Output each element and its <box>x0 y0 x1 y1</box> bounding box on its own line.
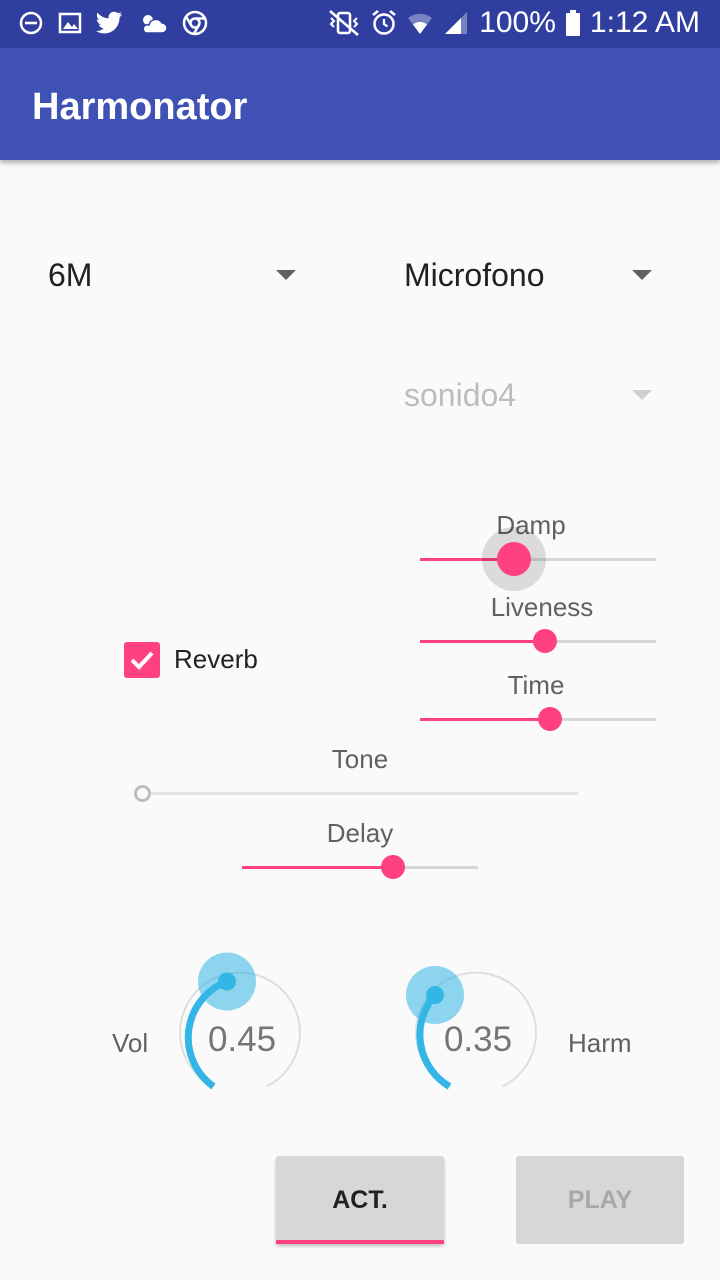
input-spinner[interactable]: Microfono <box>404 255 652 295</box>
sound-value: sonido4 <box>404 376 517 413</box>
wifi-icon <box>408 13 433 34</box>
liveness-slider-fill <box>420 640 545 643</box>
tone-label: Tone <box>331 744 389 774</box>
play-button[interactable]: PLAY <box>516 1156 684 1244</box>
liveness-slider-thumb[interactable] <box>533 629 557 653</box>
act-button[interactable]: ACT. <box>276 1156 444 1244</box>
liveness-slider[interactable] <box>420 629 656 653</box>
input-value: Microfono <box>404 256 545 293</box>
mode-spinner[interactable]: 6M <box>48 255 296 295</box>
act-button-underline <box>276 1240 444 1244</box>
twitter-icon <box>96 11 122 34</box>
vol-value: 0.45 <box>207 1020 277 1059</box>
chrome-icon <box>182 10 208 36</box>
mode-value: 6M <box>48 256 93 293</box>
vibrate-mute-icon <box>329 10 360 36</box>
time-slider-fill <box>420 718 550 721</box>
tone-slider[interactable] <box>134 785 578 802</box>
app-title: Harmonator <box>32 86 248 128</box>
delay-slider-thumb[interactable] <box>381 855 405 879</box>
battery-icon <box>565 10 580 36</box>
delay-slider-fill <box>242 866 393 869</box>
tone-slider-thumb[interactable] <box>134 785 151 802</box>
damp-slider-thumb[interactable] <box>497 542 531 576</box>
time-slider-thumb[interactable] <box>538 707 562 731</box>
reverb-label: Reverb <box>174 644 258 674</box>
check-icon <box>130 651 154 670</box>
dropdown-arrow-icon <box>276 270 296 280</box>
dropdown-arrow-icon <box>632 270 652 280</box>
gallery-icon <box>58 12 82 34</box>
status-bar: 100% 1:12 AM <box>0 0 720 48</box>
signal-icon <box>445 12 468 34</box>
dropdown-arrow-icon <box>632 390 652 400</box>
do-not-disturb-icon <box>19 11 43 35</box>
app-bar: Harmonator <box>0 48 720 160</box>
time-label: Time <box>507 670 565 700</box>
alarm-icon <box>372 10 396 35</box>
sound-spinner[interactable]: sonido4 <box>404 375 652 415</box>
damp-slider[interactable] <box>420 527 656 591</box>
delay-slider[interactable] <box>242 855 478 879</box>
reverb-checkbox[interactable] <box>124 642 160 678</box>
harm-value: 0.35 <box>443 1020 513 1059</box>
time-slider[interactable] <box>420 707 656 731</box>
battery-percent: 100% <box>479 6 556 39</box>
act-button-label: ACT. <box>332 1185 388 1214</box>
delay-label: Delay <box>326 818 394 848</box>
liveness-label: Liveness <box>490 592 594 622</box>
clock: 1:12 AM <box>589 6 700 39</box>
harm-label: Harm <box>568 1028 632 1058</box>
play-button-label: PLAY <box>567 1185 633 1214</box>
weather-icon <box>142 15 168 34</box>
